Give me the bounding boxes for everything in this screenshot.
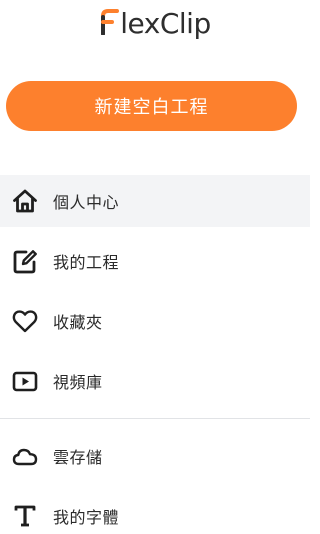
sidebar-item-cloud-storage[interactable]: 雲存儲 (0, 430, 310, 482)
sidebar-item-favorites[interactable]: 收藏夾 (0, 295, 310, 347)
sidebar-panel: lexClip 新建空白工程 個人中心 我的工程 收藏夾 視頻庫 雲存儲 我的字… (0, 0, 310, 534)
cloud-icon (10, 441, 40, 471)
create-blank-project-button[interactable]: 新建空白工程 (6, 81, 297, 131)
logo-text: lexClip (120, 6, 211, 40)
sidebar-item-label: 收藏夾 (53, 313, 103, 332)
sidebar-item-label: 個人中心 (53, 193, 120, 212)
logo-f-mark-icon (101, 8, 120, 35)
text-font-icon (10, 501, 40, 531)
flexclip-logo[interactable]: lexClip (0, 2, 310, 42)
sidebar-item-label: 雲存儲 (53, 448, 103, 467)
sidebar-item-my-projects[interactable]: 我的工程 (0, 235, 310, 287)
sidebar-item-label: 視頻庫 (53, 373, 103, 392)
sidebar-item-video-library[interactable]: 視頻庫 (0, 355, 310, 407)
home-icon (10, 186, 40, 216)
sidebar-item-label: 我的工程 (53, 253, 120, 272)
sidebar-divider (0, 418, 310, 419)
heart-icon (10, 306, 40, 336)
video-play-icon (10, 366, 40, 396)
sidebar-item-my-fonts[interactable]: 我的字體 (0, 490, 310, 534)
edit-icon (10, 246, 40, 276)
sidebar-item-label: 我的字體 (53, 508, 120, 527)
sidebar-item-personal-center[interactable]: 個人中心 (0, 175, 310, 227)
logo-wordmark: lexClip (99, 6, 211, 40)
